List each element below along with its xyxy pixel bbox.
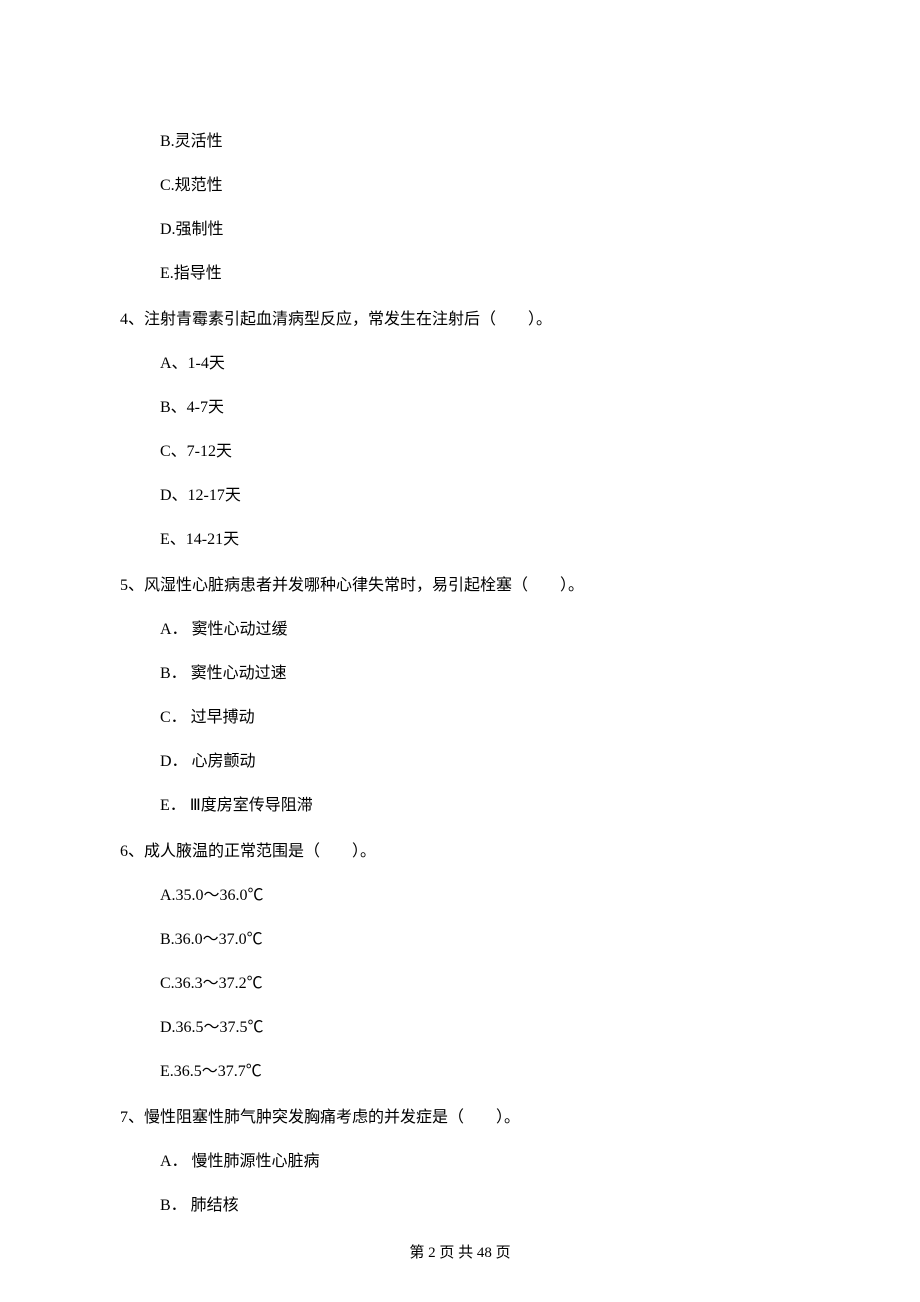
question-4-options: A、1-4天 B、4-7天 C、7-12天 D、12-17天 E、14-21天: [160, 352, 800, 552]
page-footer: 第 2 页 共 48 页: [0, 1241, 920, 1262]
option-3-B: B.灵活性: [160, 130, 800, 154]
option-3-E: E.指导性: [160, 262, 800, 286]
question-6-options: A.35.0～36.0℃ B.36.0～37.0℃ C.36.3～37.2℃ D…: [160, 884, 800, 1084]
option-3-C: C.规范性: [160, 174, 800, 198]
question-3-options-continued: B.灵活性 C.规范性 D.强制性 E.指导性: [160, 130, 800, 286]
option-6-A: A.35.0～36.0℃: [160, 884, 800, 908]
document-page: B.灵活性 C.规范性 D.强制性 E.指导性 4、注射青霉素引起血清病型反应，…: [0, 0, 920, 1302]
option-5-E: E． Ⅲ度房室传导阻滞: [160, 794, 800, 818]
question-4: 4、注射青霉素引起血清病型反应，常发生在注射后（ ）。: [120, 308, 800, 332]
question-7: 7、慢性阻塞性肺气肿突发胸痛考虑的并发症是（ ）。: [120, 1106, 800, 1130]
option-4-B: B、4-7天: [160, 396, 800, 420]
option-5-C: C． 过早搏动: [160, 706, 800, 730]
option-5-D: D． 心房颤动: [160, 750, 800, 774]
option-6-B: B.36.0～37.0℃: [160, 928, 800, 952]
option-4-D: D、12-17天: [160, 484, 800, 508]
question-5: 5、风湿性心脏病患者并发哪种心律失常时，易引起栓塞（ ）。: [120, 574, 800, 598]
option-7-B: B． 肺结核: [160, 1194, 800, 1218]
option-3-D: D.强制性: [160, 218, 800, 242]
option-4-A: A、1-4天: [160, 352, 800, 376]
question-5-options: A． 窦性心动过缓 B． 窦性心动过速 C． 过早搏动 D． 心房颤动 E． Ⅲ…: [160, 618, 800, 818]
option-7-A: A． 慢性肺源性心脏病: [160, 1150, 800, 1174]
question-7-options: A． 慢性肺源性心脏病 B． 肺结核: [160, 1150, 800, 1218]
option-6-C: C.36.3～37.2℃: [160, 972, 800, 996]
option-5-B: B． 窦性心动过速: [160, 662, 800, 686]
question-6: 6、成人腋温的正常范围是（ ）。: [120, 840, 800, 864]
option-5-A: A． 窦性心动过缓: [160, 618, 800, 642]
option-6-D: D.36.5～37.5℃: [160, 1016, 800, 1040]
option-6-E: E.36.5～37.7℃: [160, 1060, 800, 1084]
option-4-E: E、14-21天: [160, 528, 800, 552]
option-4-C: C、7-12天: [160, 440, 800, 464]
